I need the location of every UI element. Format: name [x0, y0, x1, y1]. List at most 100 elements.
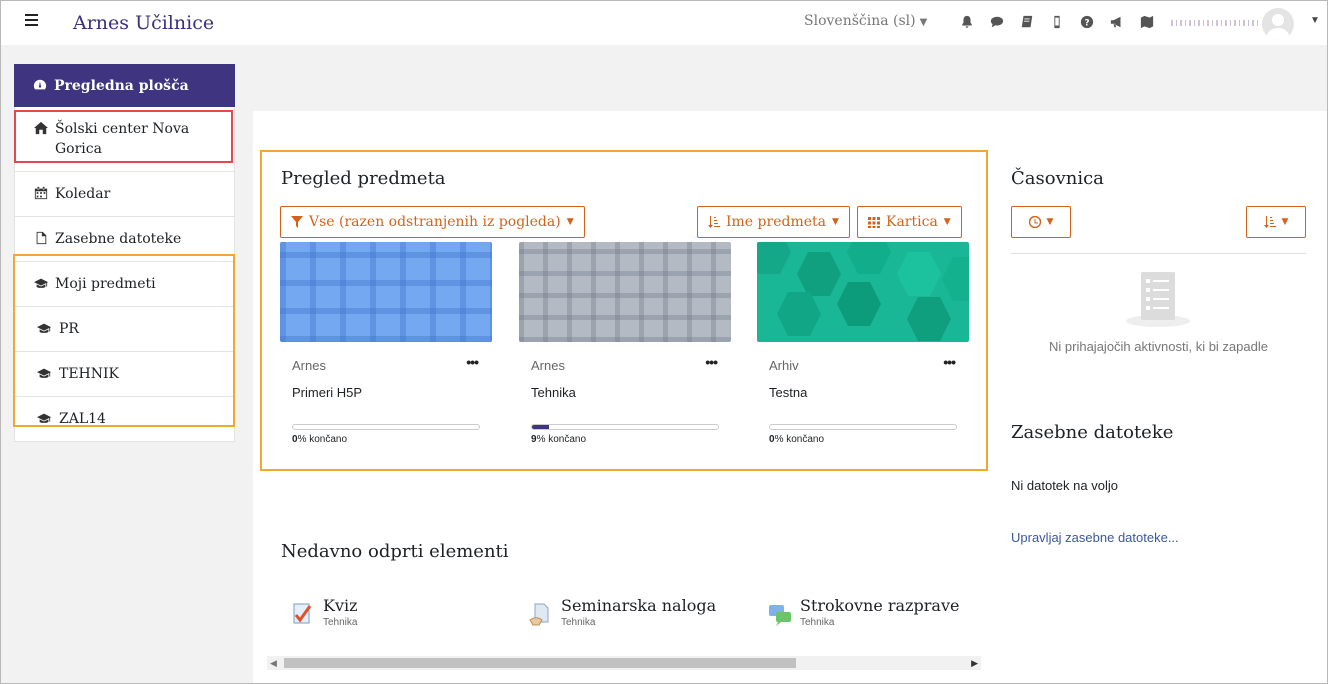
sidebar-item-label: TEHNIK — [59, 366, 120, 382]
clock-icon — [1028, 216, 1041, 228]
book-icon[interactable] — [1019, 14, 1035, 30]
graduation-cap-icon — [37, 321, 51, 335]
progress-bar — [292, 424, 480, 430]
username-label[interactable] — [1171, 20, 1259, 26]
course-card[interactable]: ••• Arnes Primeri H5P 0% končano — [280, 242, 492, 445]
scrollbar-thumb[interactable] — [284, 658, 796, 668]
timeline-empty-text: Ni prihajajočih aktivnosti, ki bi zapadl… — [1049, 339, 1268, 354]
progress-suffix: % končano — [774, 434, 825, 445]
home-icon — [34, 121, 48, 135]
sidebar-item-label: ZAL14 — [59, 411, 106, 427]
map-icon[interactable] — [1139, 14, 1155, 30]
recent-item-name: Seminarska naloga — [561, 596, 717, 615]
course-image[interactable] — [519, 242, 731, 342]
private-files-empty-text: Ni datotek na voljo — [1011, 478, 1118, 493]
sort-icon — [1263, 216, 1276, 228]
view-dropdown-button[interactable]: Kartica ▼ — [857, 206, 962, 238]
language-menu[interactable]: Slovenščina (sl) ▼ — [804, 13, 927, 29]
course-name[interactable]: Testna — [769, 385, 969, 400]
sidebar-item-school[interactable]: Šolski center Nova Gorica — [14, 107, 235, 172]
sidebar-item-label: Zasebne datoteke — [55, 231, 182, 247]
question-icon[interactable]: ? — [1079, 14, 1095, 30]
main-region: Pregled predmeta Vse (razen odstranjenih… — [253, 111, 1327, 683]
megaphone-icon[interactable] — [1109, 14, 1125, 30]
recent-item-course: Tehnika — [561, 617, 596, 628]
app-window: Arnes Učilnice Slovenščina (sl) ▼ ? ▼ Pre… — [0, 0, 1328, 684]
chevron-down-icon: ▼ — [831, 217, 839, 227]
course-card[interactable]: ••• Arhiv Testna 0% končano — [757, 242, 969, 445]
sidebar-item-course-pr[interactable]: PR — [14, 307, 235, 352]
sidebar-item-course-zal14[interactable]: ZAL14 — [14, 397, 235, 442]
mobile-icon[interactable] — [1049, 14, 1065, 30]
site-brand[interactable]: Arnes Učilnice — [73, 12, 214, 34]
timeline-title: Časovnica — [1011, 168, 1104, 189]
sort-dropdown-button[interactable]: Ime predmeta ▼ — [697, 206, 850, 238]
progress-text: 0% končano — [769, 434, 969, 445]
recent-item[interactable]: Seminarska naloga Tehnika — [529, 596, 716, 628]
progress-bar — [531, 424, 719, 430]
sidebar-item-label: Koledar — [55, 186, 111, 202]
more-options-icon[interactable]: ••• — [705, 354, 718, 370]
chevron-down-icon: ▼ — [1281, 217, 1289, 227]
sort-icon — [708, 216, 720, 228]
manage-private-files-link[interactable]: Upravljaj zasebne datoteke... — [1011, 530, 1179, 545]
course-image[interactable] — [280, 242, 492, 342]
timeline-sort-button[interactable]: ▼ — [1246, 206, 1306, 238]
more-options-icon[interactable]: ••• — [466, 354, 479, 370]
recent-item-name: Kviz — [323, 596, 358, 615]
chevron-down-icon: ▼ — [943, 217, 951, 227]
dashboard-icon — [33, 78, 47, 92]
empty-list-icon — [1126, 272, 1190, 327]
horizontal-scrollbar[interactable]: ◀ ▶ — [267, 656, 981, 670]
progress-suffix: % končano — [297, 434, 348, 445]
chevron-down-icon[interactable]: ▼ — [1310, 15, 1320, 26]
sidebar-item-dashboard[interactable]: Pregledna plošča — [14, 64, 235, 107]
course-overview-block: Pregled predmeta Vse (razen odstranjenih… — [260, 150, 988, 471]
scroll-left-icon[interactable]: ◀ — [270, 658, 277, 669]
sidebar-item-label: Pregledna plošča — [54, 78, 189, 94]
sidebar-item-course-tehnik[interactable]: TEHNIK — [14, 352, 235, 397]
course-image[interactable] — [757, 242, 969, 342]
sidebar-item-my-courses[interactable]: Moji predmeti — [14, 262, 235, 307]
recent-item[interactable]: Strokovne razprave Tehnika — [768, 596, 959, 628]
filter-icon — [291, 216, 303, 228]
recent-items-title: Nedavno odprti elementi — [281, 541, 509, 562]
sidebar-nav: Pregledna plošča Šolski center Nova Gori… — [14, 64, 235, 442]
progress-bar — [769, 424, 957, 430]
hamburger-icon[interactable] — [25, 14, 41, 30]
private-files-title: Zasebne datoteke — [1011, 422, 1174, 443]
scroll-right-icon[interactable]: ▶ — [971, 658, 978, 669]
sidebar-item-private-files[interactable]: Zasebne datoteke — [14, 217, 235, 262]
filter-label: Vse (razen odstranjenih iz pogleda) — [309, 214, 561, 230]
sidebar-item-label: PR — [59, 321, 79, 337]
chevron-down-icon: ▼ — [919, 17, 928, 28]
chat-icon[interactable] — [989, 14, 1005, 30]
course-card[interactable]: ••• Arnes Tehnika 9% končano — [519, 242, 731, 445]
recent-item-course: Tehnika — [323, 617, 358, 628]
graduation-cap-icon — [34, 276, 48, 290]
course-category: Arnes — [292, 358, 326, 373]
nav-icon-group: ? — [959, 14, 1155, 30]
more-options-icon[interactable]: ••• — [943, 354, 956, 370]
language-label: Slovenščina (sl) — [804, 13, 916, 29]
course-name[interactable]: Tehnika — [531, 385, 731, 400]
svg-text:?: ? — [1084, 19, 1089, 29]
view-label: Kartica — [886, 214, 938, 230]
course-name[interactable]: Primeri H5P — [292, 385, 492, 400]
progress-text: 0% končano — [292, 434, 492, 445]
bell-icon[interactable] — [959, 14, 975, 30]
chevron-down-icon: ▼ — [1046, 217, 1054, 227]
sort-label: Ime predmeta — [726, 214, 826, 230]
avatar[interactable] — [1262, 8, 1294, 40]
progress-text: 9% končano — [531, 434, 731, 445]
sidebar-item-calendar[interactable]: Koledar — [14, 172, 235, 217]
progress-fill — [532, 425, 549, 429]
timeline-date-filter-button[interactable]: ▼ — [1011, 206, 1071, 238]
progress-suffix: % končano — [536, 434, 587, 445]
divider — [1011, 253, 1306, 254]
recent-item-course: Tehnika — [800, 617, 835, 628]
graduation-cap-icon — [37, 411, 51, 425]
filter-dropdown-button[interactable]: Vse (razen odstranjenih iz pogleda) ▼ — [280, 206, 585, 238]
assignment-icon — [529, 603, 549, 626]
recent-item[interactable]: Kviz Tehnika — [291, 596, 358, 628]
